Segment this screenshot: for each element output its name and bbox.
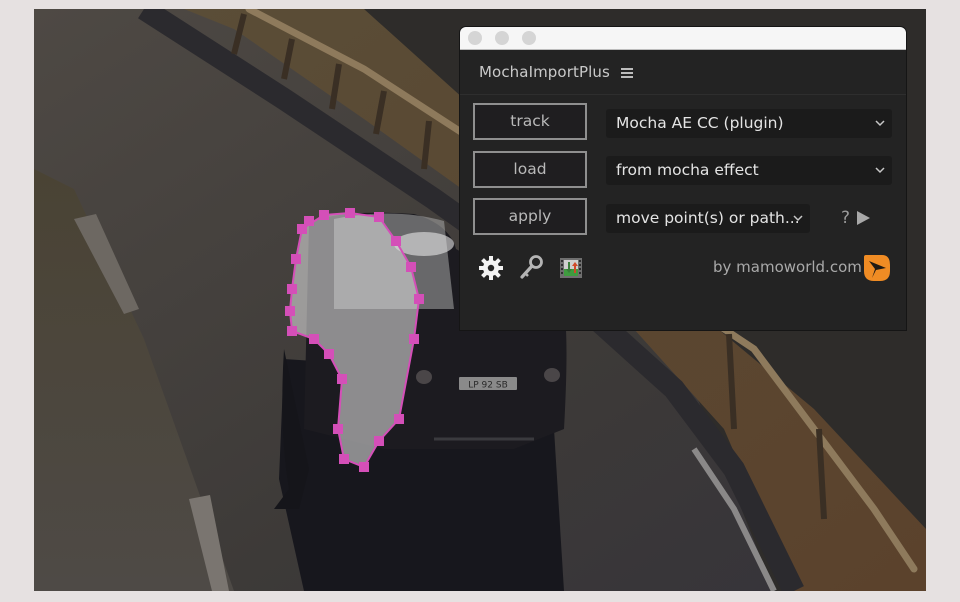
tail-light-right [544, 368, 560, 382]
mask-control-point[interactable] [374, 436, 384, 446]
chevron-down-icon [793, 215, 803, 222]
close-window-button[interactable] [468, 31, 482, 45]
mask-control-point[interactable] [414, 294, 424, 304]
mask-control-point[interactable] [345, 208, 355, 218]
zoom-window-button[interactable] [522, 31, 536, 45]
tracker-dropdown-value: Mocha AE CC (plugin) [616, 114, 784, 132]
tracker-dropdown[interactable]: Mocha AE CC (plugin) [606, 109, 892, 138]
mochaimportplus-panel: MochaImportPlus track Mocha AE CC (plugi… [460, 27, 906, 330]
mask-control-point[interactable] [285, 306, 295, 316]
hamburger-menu-icon[interactable] [621, 68, 633, 78]
tail-light-left [416, 370, 432, 384]
chevron-down-icon [875, 167, 885, 174]
mask-control-point[interactable] [337, 374, 347, 384]
track-button[interactable]: track [473, 103, 587, 140]
apply-button[interactable]: apply [473, 198, 587, 235]
mask-control-point[interactable] [333, 424, 343, 434]
load-source-dropdown-value: from mocha effect [616, 161, 759, 179]
chevron-down-icon [875, 120, 885, 127]
load-button[interactable]: load [473, 151, 587, 188]
credit-text: by mamoworld.com [713, 258, 862, 276]
panel-title: MochaImportPlus [479, 63, 610, 81]
apply-mode-dropdown[interactable]: move point(s) or path... [606, 204, 810, 233]
mask-control-point[interactable] [359, 462, 369, 472]
mask-control-point[interactable] [291, 254, 301, 264]
mask-control-point[interactable] [309, 334, 319, 344]
mask-control-point[interactable] [324, 349, 334, 359]
mask-control-point[interactable] [409, 334, 419, 344]
apply-mode-dropdown-value: move point(s) or path... [616, 209, 800, 227]
window-titlebar[interactable] [460, 27, 906, 50]
mask-control-point[interactable] [339, 454, 349, 464]
mamoworld-logo-icon[interactable] [862, 253, 892, 283]
mask-control-point[interactable] [406, 262, 416, 272]
play-icon[interactable] [857, 211, 870, 225]
mask-control-point[interactable] [287, 284, 297, 294]
load-source-dropdown[interactable]: from mocha effect [606, 156, 892, 185]
help-button[interactable]: ? [841, 208, 850, 228]
mask-control-point[interactable] [391, 236, 401, 246]
mask-control-point[interactable] [319, 210, 329, 220]
key-icon[interactable] [517, 254, 545, 282]
mask-control-point[interactable] [304, 216, 314, 226]
mask-control-point[interactable] [287, 326, 297, 336]
license-plate-text: LP 92 SB [468, 381, 508, 391]
panel-header: MochaImportPlus [460, 50, 906, 95]
minimize-window-button[interactable] [495, 31, 509, 45]
mask-control-point[interactable] [394, 414, 404, 424]
film-import-icon[interactable] [557, 254, 585, 282]
gear-icon[interactable] [477, 254, 505, 282]
mask-control-point[interactable] [374, 212, 384, 222]
